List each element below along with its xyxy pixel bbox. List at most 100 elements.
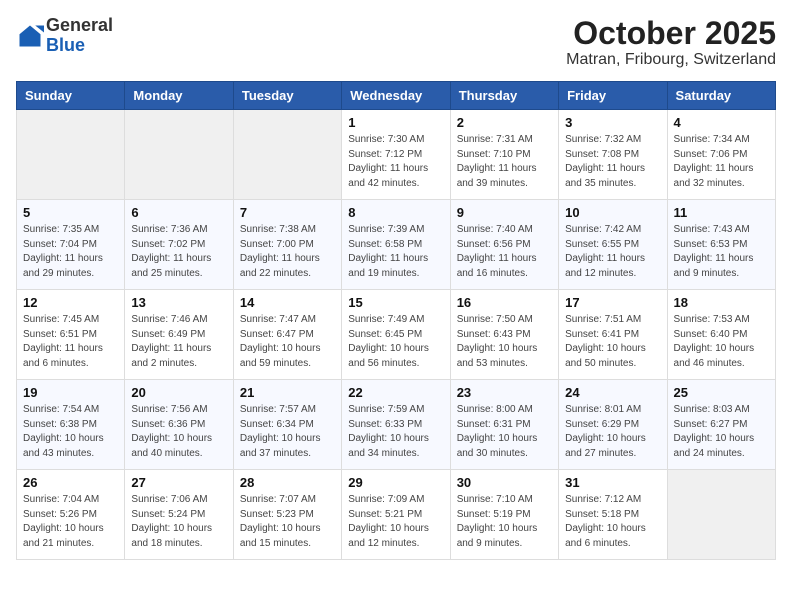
day-info: Sunrise: 7:09 AM Sunset: 5:21 PM Dayligh… — [348, 493, 443, 551]
calendar-day-cell: 8 Sunrise: 7:39 AM Sunset: 6:58 PM Daylig… — [342, 200, 450, 290]
calendar-day-cell: 2Sunrise: 7:31 AM Sunset: 7:10 PM Daylig… — [450, 110, 558, 200]
calendar-day-cell: 18Sunrise: 7:53 AM Sunset: 6:40 PM Dayli… — [667, 290, 775, 380]
day-number: 8 — [348, 205, 443, 220]
title-block: October 2025 Matran, Fribourg, Switzerla… — [566, 16, 776, 69]
calendar-week-row: 12 Sunrise: 7:45 AM Sunset: 6:51 PM Dayli… — [17, 290, 776, 380]
day-info: Sunrise: 7:43 AM Sunset: 6:53 PM Dayligh… — [674, 223, 769, 281]
calendar-week-row: 1 Sunrise: 7:30 AM Sunset: 7:12 PM Daylig… — [17, 110, 776, 200]
logo-general: General — [46, 16, 113, 36]
day-number: 25 — [674, 385, 769, 400]
calendar-day-cell: 1 Sunrise: 7:30 AM Sunset: 7:12 PM Daylig… — [342, 110, 450, 200]
day-info: Sunrise: 7:54 AM Sunset: 6:38 PM Dayligh… — [23, 403, 118, 461]
calendar-day-cell: 4 Sunrise: 7:34 AM Sunset: 7:06 PM Daylig… — [667, 110, 775, 200]
day-info: Sunrise: 7:30 AM Sunset: 7:12 PM Dayligh… — [348, 133, 443, 191]
calendar-day-cell: 31 Sunrise: 7:12 AM Sunset: 5:18 PM Dayli… — [559, 470, 667, 560]
day-number: 21 — [240, 385, 335, 400]
day-info: Sunrise: 8:00 AM Sunset: 6:31 PM Dayligh… — [457, 403, 552, 461]
calendar-day-cell: 25 Sunrise: 8:03 AM Sunset: 6:27 PM Dayli… — [667, 380, 775, 470]
day-number: 22 — [348, 385, 443, 400]
day-info: Sunrise: 7:32 AM Sunset: 7:08 PM Dayligh… — [565, 133, 660, 191]
day-info: Sunrise: 7:56 AM Sunset: 6:36 PM Dayligh… — [131, 403, 226, 461]
day-info: Sunrise: 7:39 AM Sunset: 6:58 PM Dayligh… — [348, 223, 443, 281]
day-number: 5 — [23, 205, 118, 220]
calendar-day-cell: 3Sunrise: 7:32 AM Sunset: 7:08 PM Daylig… — [559, 110, 667, 200]
calendar-day-cell: 5 Sunrise: 7:35 AM Sunset: 7:04 PM Daylig… — [17, 200, 125, 290]
day-number: 29 — [348, 475, 443, 490]
day-number: 20 — [131, 385, 226, 400]
day-info: Sunrise: 7:51 AM Sunset: 6:41 PM Dayligh… — [565, 313, 660, 371]
weekday-header: Tuesday — [233, 82, 341, 110]
calendar-day-cell: 29 Sunrise: 7:09 AM Sunset: 5:21 PM Dayli… — [342, 470, 450, 560]
day-info: Sunrise: 7:04 AM Sunset: 5:26 PM Dayligh… — [23, 493, 118, 551]
day-number: 15 — [348, 295, 443, 310]
calendar-week-row: 19 Sunrise: 7:54 AM Sunset: 6:38 PM Dayli… — [17, 380, 776, 470]
calendar-day-cell: 17Sunrise: 7:51 AM Sunset: 6:41 PM Dayli… — [559, 290, 667, 380]
day-info: Sunrise: 7:40 AM Sunset: 6:56 PM Dayligh… — [457, 223, 552, 281]
day-number: 16 — [457, 295, 552, 310]
calendar-day-cell: 15Sunrise: 7:49 AM Sunset: 6:45 PM Dayli… — [342, 290, 450, 380]
page-header: General Blue October 2025 Matran, Fribou… — [16, 16, 776, 69]
logo-icon — [16, 22, 44, 50]
day-number: 13 — [131, 295, 226, 310]
day-number: 10 — [565, 205, 660, 220]
day-number: 6 — [131, 205, 226, 220]
calendar-day-cell: 19 Sunrise: 7:54 AM Sunset: 6:38 PM Dayli… — [17, 380, 125, 470]
calendar-day-cell: 30Sunrise: 7:10 AM Sunset: 5:19 PM Dayli… — [450, 470, 558, 560]
day-number: 4 — [674, 115, 769, 130]
day-info: Sunrise: 7:12 AM Sunset: 5:18 PM Dayligh… — [565, 493, 660, 551]
weekday-header: Monday — [125, 82, 233, 110]
day-info: Sunrise: 7:35 AM Sunset: 7:04 PM Dayligh… — [23, 223, 118, 281]
day-number: 1 — [348, 115, 443, 130]
day-info: Sunrise: 7:42 AM Sunset: 6:55 PM Dayligh… — [565, 223, 660, 281]
day-number: 26 — [23, 475, 118, 490]
day-info: Sunrise: 7:07 AM Sunset: 5:23 PM Dayligh… — [240, 493, 335, 551]
calendar-day-cell: 16 Sunrise: 7:50 AM Sunset: 6:43 PM Dayli… — [450, 290, 558, 380]
calendar-day-cell: 7Sunrise: 7:38 AM Sunset: 7:00 PM Daylig… — [233, 200, 341, 290]
weekday-header-row: SundayMondayTuesdayWednesdayThursdayFrid… — [17, 82, 776, 110]
calendar-day-cell: 11 Sunrise: 7:43 AM Sunset: 6:53 PM Dayli… — [667, 200, 775, 290]
day-info: Sunrise: 7:46 AM Sunset: 6:49 PM Dayligh… — [131, 313, 226, 371]
calendar-day-cell: 10 Sunrise: 7:42 AM Sunset: 6:55 PM Dayli… — [559, 200, 667, 290]
calendar-day-cell: 20 Sunrise: 7:56 AM Sunset: 6:36 PM Dayli… — [125, 380, 233, 470]
calendar-day-cell: 28 Sunrise: 7:07 AM Sunset: 5:23 PM Dayli… — [233, 470, 341, 560]
calendar-day-cell: 6Sunrise: 7:36 AM Sunset: 7:02 PM Daylig… — [125, 200, 233, 290]
calendar-day-cell: 23Sunrise: 8:00 AM Sunset: 6:31 PM Dayli… — [450, 380, 558, 470]
day-number: 12 — [23, 295, 118, 310]
month-title: October 2025 — [566, 16, 776, 51]
weekday-header: Wednesday — [342, 82, 450, 110]
calendar-day-cell — [125, 110, 233, 200]
day-number: 31 — [565, 475, 660, 490]
day-number: 24 — [565, 385, 660, 400]
day-info: Sunrise: 7:47 AM Sunset: 6:47 PM Dayligh… — [240, 313, 335, 371]
calendar-day-cell: 24Sunrise: 8:01 AM Sunset: 6:29 PM Dayli… — [559, 380, 667, 470]
day-info: Sunrise: 8:03 AM Sunset: 6:27 PM Dayligh… — [674, 403, 769, 461]
calendar-day-cell: 27 Sunrise: 7:06 AM Sunset: 5:24 PM Dayli… — [125, 470, 233, 560]
day-info: Sunrise: 7:38 AM Sunset: 7:00 PM Dayligh… — [240, 223, 335, 281]
day-info: Sunrise: 7:50 AM Sunset: 6:43 PM Dayligh… — [457, 313, 552, 371]
calendar-day-cell: 22Sunrise: 7:59 AM Sunset: 6:33 PM Dayli… — [342, 380, 450, 470]
day-number: 27 — [131, 475, 226, 490]
day-number: 2 — [457, 115, 552, 130]
calendar-day-cell: 13 Sunrise: 7:46 AM Sunset: 6:49 PM Dayli… — [125, 290, 233, 380]
day-number: 28 — [240, 475, 335, 490]
calendar-day-cell — [233, 110, 341, 200]
calendar-day-cell: 12 Sunrise: 7:45 AM Sunset: 6:51 PM Dayli… — [17, 290, 125, 380]
day-number: 14 — [240, 295, 335, 310]
day-number: 30 — [457, 475, 552, 490]
calendar-day-cell: 9Sunrise: 7:40 AM Sunset: 6:56 PM Daylig… — [450, 200, 558, 290]
day-info: Sunrise: 7:45 AM Sunset: 6:51 PM Dayligh… — [23, 313, 118, 371]
day-info: Sunrise: 7:06 AM Sunset: 5:24 PM Dayligh… — [131, 493, 226, 551]
logo-blue: Blue — [46, 36, 113, 56]
weekday-header: Thursday — [450, 82, 558, 110]
logo: General Blue — [16, 16, 113, 56]
day-info: Sunrise: 7:34 AM Sunset: 7:06 PM Dayligh… — [674, 133, 769, 191]
weekday-header: Friday — [559, 82, 667, 110]
day-number: 11 — [674, 205, 769, 220]
calendar-day-cell: 21Sunrise: 7:57 AM Sunset: 6:34 PM Dayli… — [233, 380, 341, 470]
weekday-header: Saturday — [667, 82, 775, 110]
day-info: Sunrise: 7:53 AM Sunset: 6:40 PM Dayligh… — [674, 313, 769, 371]
calendar-table: SundayMondayTuesdayWednesdayThursdayFrid… — [16, 81, 776, 560]
day-number: 19 — [23, 385, 118, 400]
calendar-week-row: 5 Sunrise: 7:35 AM Sunset: 7:04 PM Daylig… — [17, 200, 776, 290]
calendar-day-cell: 14 Sunrise: 7:47 AM Sunset: 6:47 PM Dayli… — [233, 290, 341, 380]
